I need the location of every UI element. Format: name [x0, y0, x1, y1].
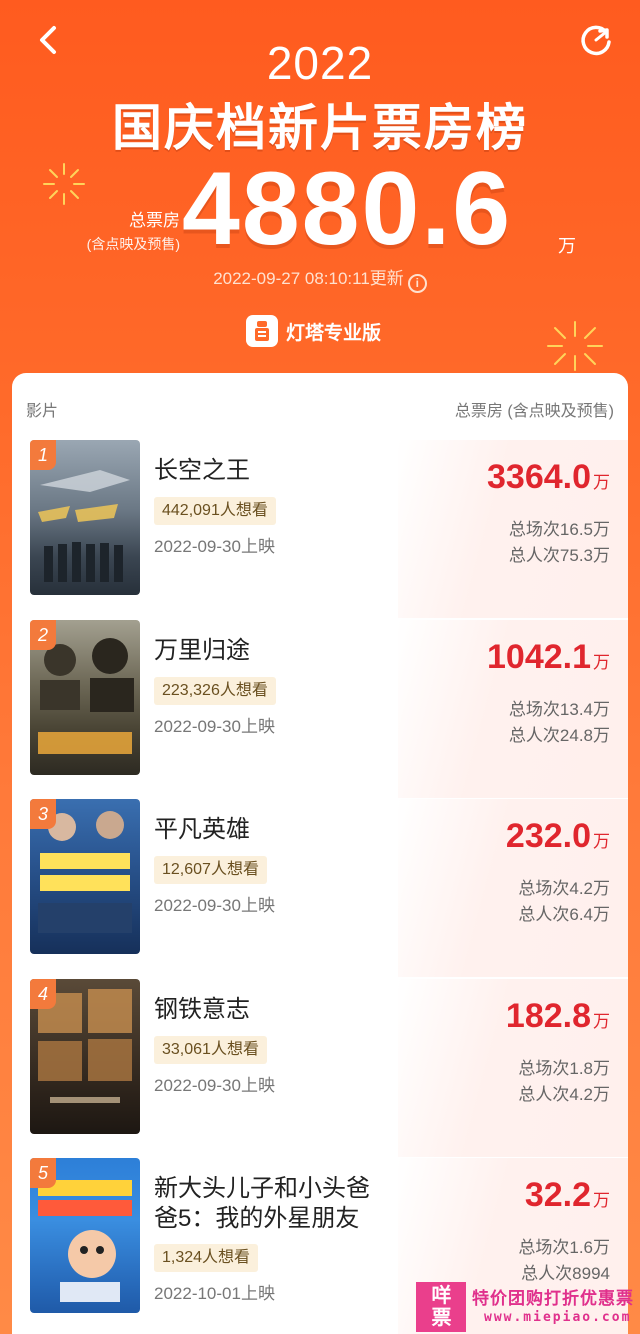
movie-poster[interactable]: 3: [30, 799, 140, 954]
movie-box-office: 182.8 万: [506, 997, 610, 1036]
total-box-office-unit: 万: [558, 236, 576, 256]
rank-badge: 4: [30, 979, 56, 1009]
box-office-unit: 万: [593, 1191, 610, 1210]
movie-box-office: 3364.0 万: [487, 458, 610, 497]
box-office-unit: 万: [593, 832, 610, 851]
rank-badge: 5: [30, 1158, 56, 1188]
release-date: 2022-10-01上映: [154, 1284, 275, 1303]
update-time-row: 2022-09-27 08:10:11更新 i: [0, 264, 640, 293]
movie-row[interactable]: 2 万里归途 223,326人想看 2022-09-30上映 1042.1 万 总…: [12, 620, 628, 798]
movie-title: 钢铁意志: [154, 996, 250, 1023]
total-viewers: 总人次6.4万: [518, 905, 610, 924]
total-shows: 总场次1.8万: [518, 1059, 610, 1078]
rank-badge: 2: [30, 620, 56, 650]
want-to-see-badge: 12,607人想看: [154, 856, 267, 884]
want-to-see-badge: 1,324人想看: [154, 1244, 259, 1272]
release-date: 2022-09-30上映: [154, 537, 275, 556]
movie-poster[interactable]: 4: [30, 979, 140, 1134]
firework-decoration-left: [43, 163, 85, 205]
movie-box-office: 232.0 万: [506, 817, 610, 856]
total-box-office-label: 总票房: [129, 211, 180, 230]
box-office-value: 232.0: [505, 817, 591, 855]
total-viewers: 总人次24.8万: [508, 726, 610, 745]
box-office-unit: 万: [593, 473, 610, 492]
release-date: 2022-09-30上映: [154, 896, 275, 915]
total-viewers: 总人次75.3万: [508, 546, 610, 565]
want-to-see-badge: 33,061人想看: [154, 1036, 267, 1064]
movie-title: 平凡英雄: [154, 816, 250, 843]
year: 2022: [266, 37, 374, 89]
want-to-see-badge: 442,091人想看: [154, 497, 276, 525]
movie-title: 长空之王: [154, 457, 250, 484]
box-office-value: 3364.0: [487, 458, 591, 496]
release-date: 2022-09-30上映: [154, 717, 275, 736]
brand-name: 灯塔专业版: [286, 322, 382, 344]
watermark-url: www.miepiao.com: [484, 1310, 632, 1325]
box-office-value: 182.8: [505, 997, 591, 1035]
firework-decoration-right: [547, 321, 603, 371]
total-shows: 总场次13.4万: [508, 700, 610, 719]
want-to-see-badge: 223,326人想看: [154, 677, 276, 705]
movie-poster[interactable]: 1: [30, 440, 140, 595]
column-header-box-office: 总票房 (含点映及预售): [454, 403, 614, 420]
column-header-film: 影片: [26, 403, 59, 420]
ranking-card: 影片 总票房 (含点映及预售) 1 长空之王 442,091人想看 2022-0…: [12, 373, 628, 1334]
watermark-logo: 咩 票: [416, 1282, 466, 1332]
total-box-office-note: (含点映及预售): [86, 236, 180, 252]
total-shows: 总场次1.6万: [518, 1238, 610, 1257]
box-office-value: 32.2: [524, 1176, 591, 1214]
movie-box-office: 32.2 万: [525, 1176, 610, 1215]
movie-row[interactable]: 1 长空之王 442,091人想看 2022-09-30上映 3364.0 万 总…: [12, 440, 628, 618]
rank-badge: 3: [30, 799, 56, 829]
total-box-office-value: 4880.6: [182, 151, 513, 267]
box-office-value: 1042.1: [487, 638, 591, 676]
box-office-unit: 万: [593, 1012, 610, 1031]
release-date: 2022-09-30上映: [154, 1076, 275, 1095]
movie-row[interactable]: 3 平凡英雄 12,607人想看 2022-09-30上映 232.0 万 总场次…: [12, 799, 628, 977]
lighthouse-logo-icon: [246, 315, 278, 347]
watermark-slogan: 特价团购打折优惠票: [472, 1289, 634, 1308]
movie-title: 万里归途: [154, 637, 250, 664]
rank-badge: 1: [30, 440, 56, 470]
movie-title-line2: 爸5：我的外星朋友: [154, 1205, 360, 1232]
total-viewers: 总人次8994: [521, 1264, 610, 1283]
movie-box-office: 1042.1 万: [487, 638, 610, 677]
watermark: 咩 票 特价团购打折优惠票 www.miepiao.com: [412, 1282, 640, 1334]
info-icon[interactable]: i: [407, 274, 427, 293]
movie-row[interactable]: 4 钢铁意志 33,061人想看 2022-09-30上映 182.8 万 总场次…: [12, 979, 628, 1157]
movie-poster[interactable]: 2: [30, 620, 140, 775]
movie-poster[interactable]: 5: [30, 1158, 140, 1313]
total-viewers: 总人次4.2万: [518, 1085, 610, 1104]
total-shows: 总场次4.2万: [518, 879, 610, 898]
brand: 灯塔专业版: [246, 314, 381, 348]
movie-title: 新大头儿子和小头爸: [154, 1175, 370, 1202]
box-office-unit: 万: [593, 653, 610, 672]
update-time: 2022-09-27 08:10:11更新: [213, 269, 404, 288]
total-shows: 总场次16.5万: [508, 520, 610, 539]
header: 2022 国庆档新片票房榜 总票房 (含点映及预售) 4880.6 万 2022…: [0, 0, 640, 380]
